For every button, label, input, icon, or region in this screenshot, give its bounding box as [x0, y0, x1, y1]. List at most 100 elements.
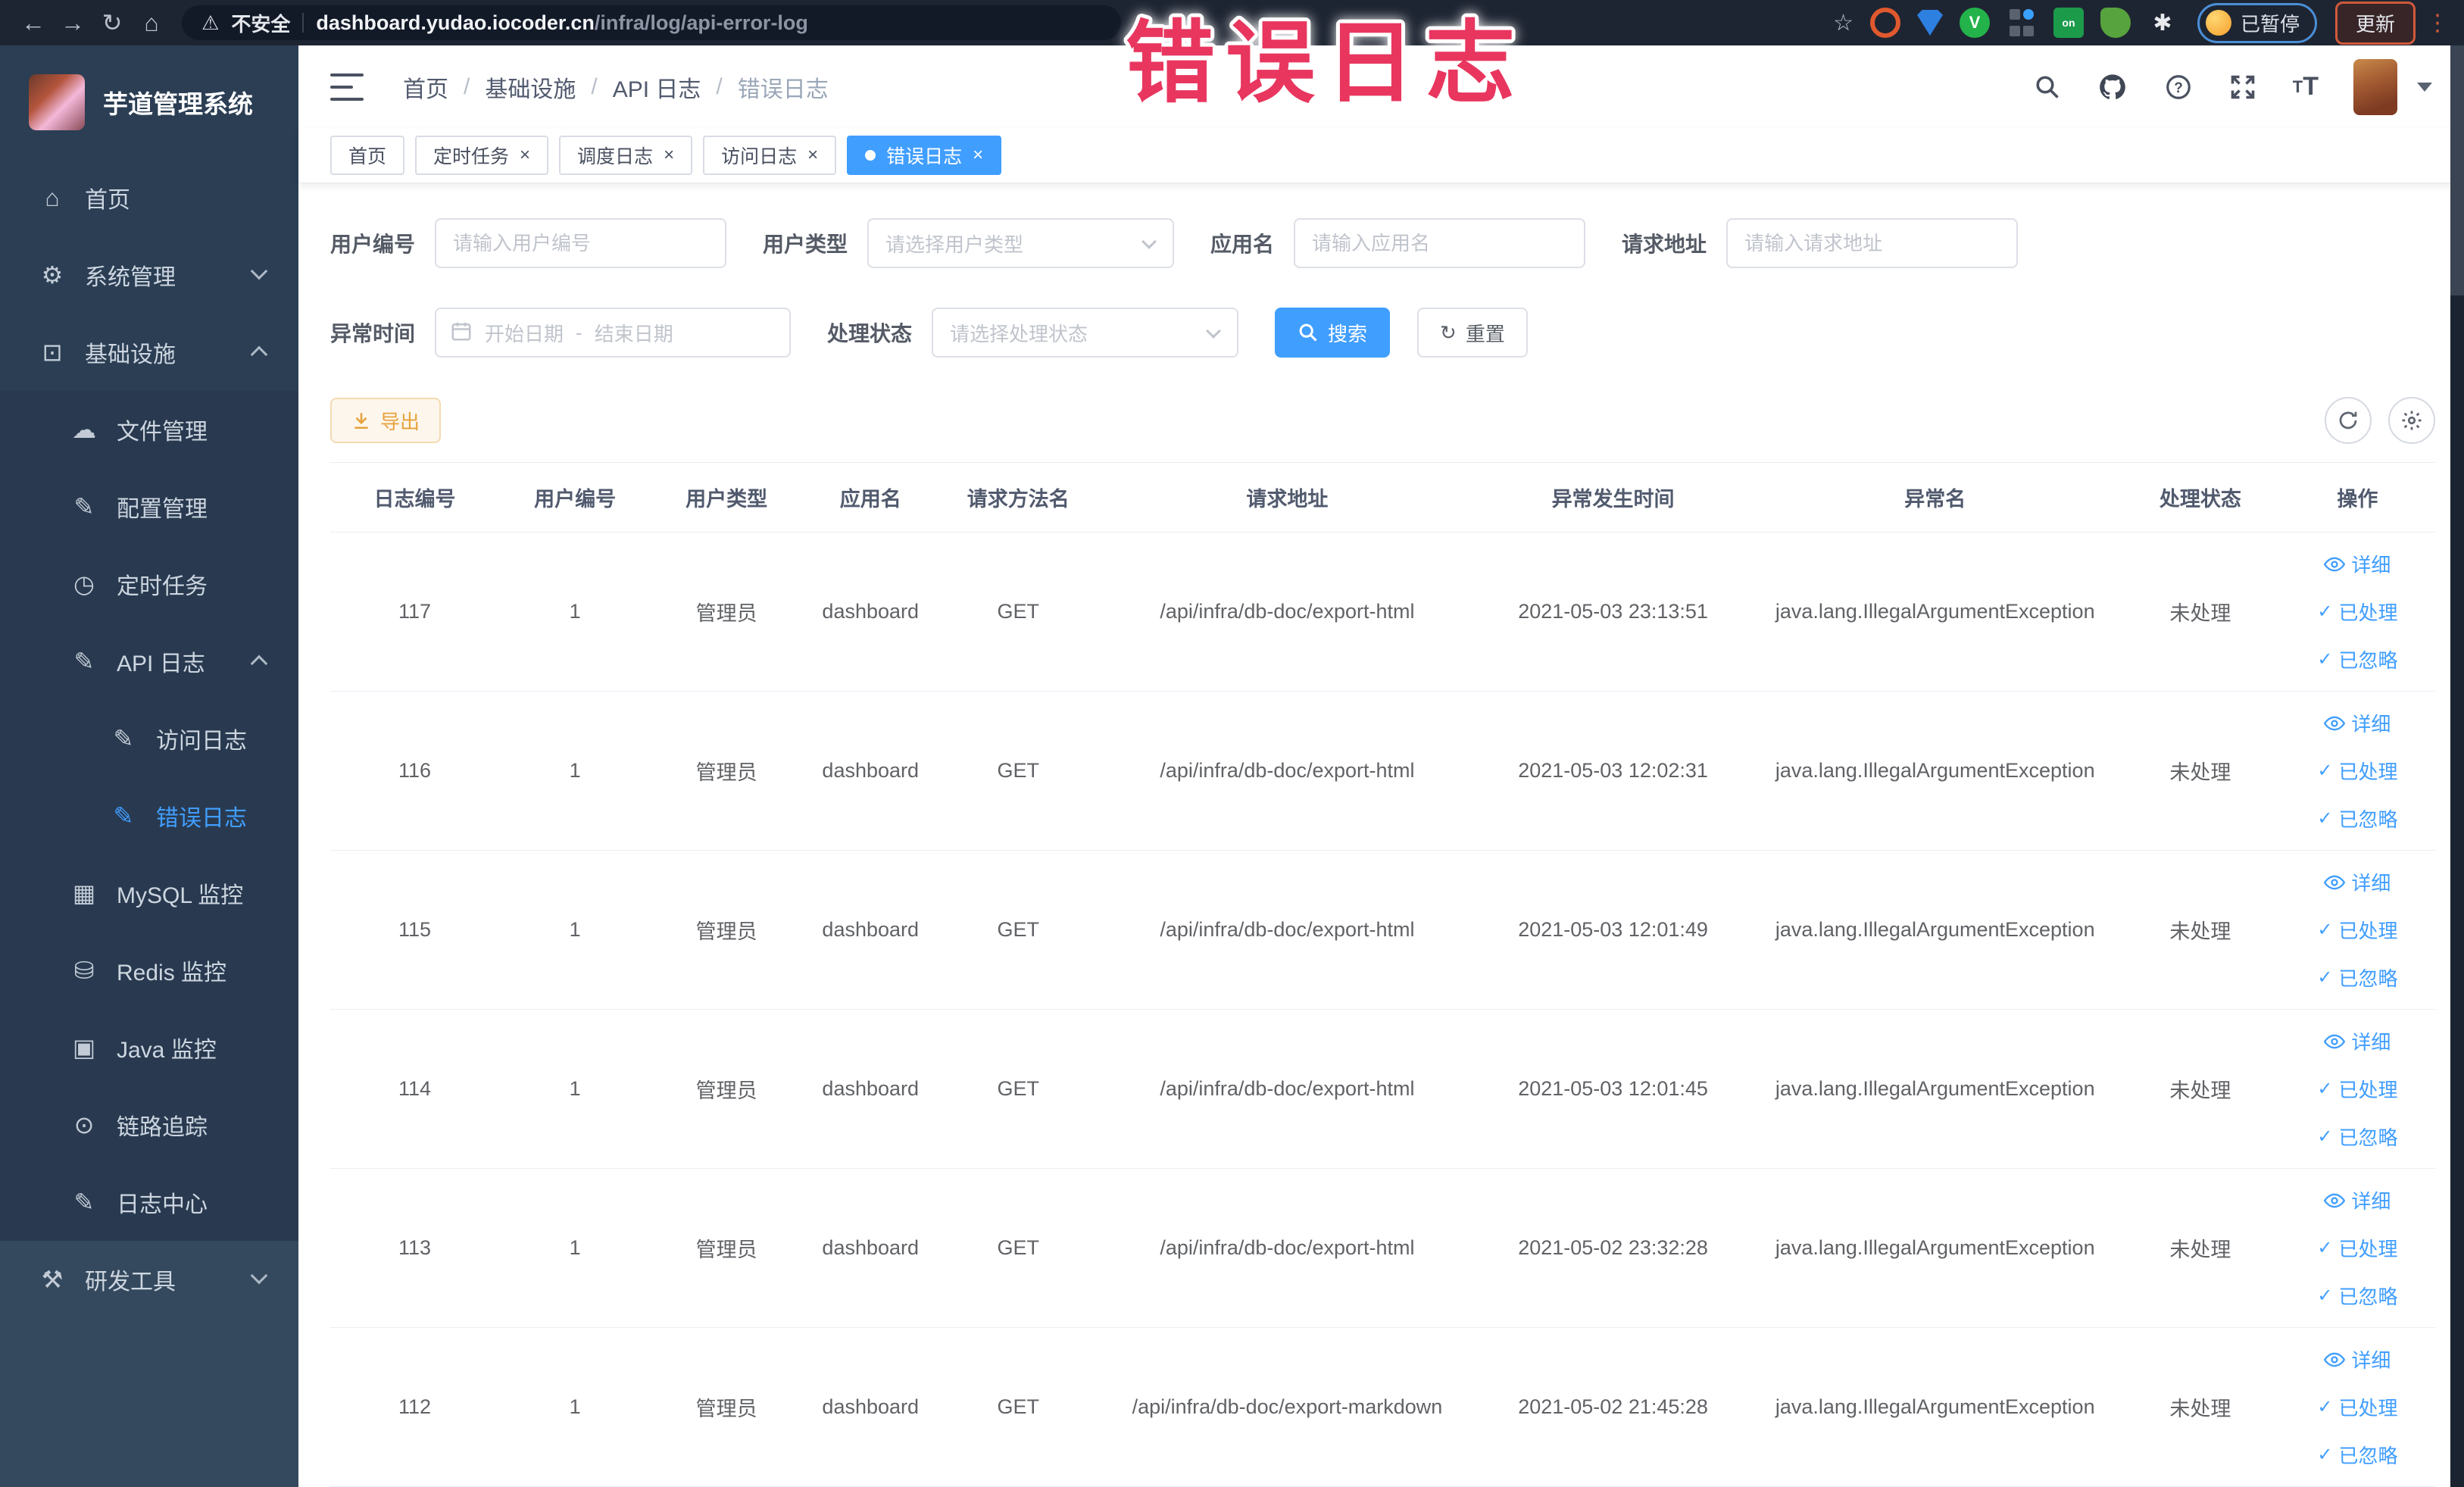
address-bar[interactable]: ⚠ 不安全 dashboard.yudao.iocoder.cn/infra/l…: [182, 5, 1121, 40]
sidebar-item-system[interactable]: ⚙ 系统管理: [0, 236, 298, 314]
browser-update-button[interactable]: 更新: [2334, 1, 2416, 45]
sidebar-item-label: 首页: [85, 188, 130, 213]
browser-menu-dots-icon[interactable]: ⋮: [2426, 10, 2450, 36]
sidebar: 芋道管理系统 ⌂ 首页 ⚙ 系统管理 ⊡ 基础设施 ☁ 文件管理 ✎ 配置管理: [0, 45, 298, 1487]
sidebar-item-config[interactable]: ✎ 配置管理: [0, 468, 298, 545]
ignored-link[interactable]: ✓ 已忽略: [2317, 1441, 2397, 1469]
ignored-link[interactable]: ✓ 已忽略: [2317, 1123, 2397, 1151]
tab-home[interactable]: 首页: [330, 136, 405, 176]
cell-time: 2021-05-03 23:13:51: [1476, 532, 1750, 692]
sidebar-item-job[interactable]: ◷ 定时任务: [0, 545, 298, 623]
tab-access-log[interactable]: 访问日志 ×: [703, 136, 837, 176]
check-icon: ✓: [2317, 761, 2333, 781]
ignored-label: 已忽略: [2338, 808, 2398, 831]
processed-link[interactable]: ✓ 已处理: [2317, 1393, 2397, 1421]
font-size-icon[interactable]: TT: [2293, 72, 2319, 102]
cell-user-id: 1: [499, 691, 651, 851]
extension-green-icon[interactable]: V: [1959, 8, 1990, 38]
sidebar-item-label: 链路追踪: [117, 1115, 208, 1140]
help-circle-icon[interactable]: ?: [2164, 73, 2193, 102]
app-logo-row[interactable]: 芋道管理系统: [0, 45, 298, 159]
page-scrollbar[interactable]: [2450, 45, 2464, 1487]
detail-link[interactable]: 详细: [2324, 1186, 2391, 1214]
browser-forward-icon[interactable]: →: [53, 9, 92, 37]
sidebar-item-error-log[interactable]: ✎ 错误日志: [0, 777, 298, 854]
sidebar-collapse-icon[interactable]: [330, 73, 364, 101]
sidebar-item-mysql[interactable]: ▦ MySQL 监控: [0, 854, 298, 932]
tab-error-log[interactable]: 错误日志 ×: [847, 136, 1002, 176]
filter-row-2: 异常时间 开始日期 - 结束日期 处理状态 请选择处理状态 搜索 ↻ 重置: [330, 308, 2435, 358]
reset-button[interactable]: ↻ 重置: [1417, 308, 1528, 358]
app-name-input[interactable]: [1294, 218, 1586, 268]
ignored-link[interactable]: ✓ 已忽略: [2317, 645, 2397, 673]
browser-home-icon[interactable]: ⌂: [132, 9, 171, 37]
sidebar-item-trace[interactable]: ⊙ 链路追踪: [0, 1086, 298, 1164]
scrollbar-thumb[interactable]: [2450, 45, 2464, 295]
process-status-select[interactable]: 请选择处理状态: [932, 308, 1239, 358]
github-icon[interactable]: [2097, 72, 2128, 102]
close-icon[interactable]: ×: [807, 146, 818, 164]
close-icon[interactable]: ×: [520, 146, 530, 164]
breadcrumb-infra[interactable]: 基础设施: [485, 70, 576, 104]
detail-link[interactable]: 详细: [2324, 868, 2391, 896]
breadcrumb-home[interactable]: 首页: [403, 70, 448, 104]
close-icon[interactable]: ×: [664, 146, 674, 164]
table-row: 117 1 管理员 dashboard GET /api/infra/db-do…: [330, 532, 2435, 692]
sidebar-item-home[interactable]: ⌂ 首页: [0, 159, 298, 236]
processed-link[interactable]: ✓ 已处理: [2317, 598, 2397, 626]
sidebar-item-access-log[interactable]: ✎ 访问日志: [0, 700, 298, 777]
detail-link[interactable]: 详细: [2324, 709, 2391, 737]
column-settings-button[interactable]: [2388, 397, 2435, 444]
ignored-link[interactable]: ✓ 已忽略: [2317, 804, 2397, 833]
extension-orange-icon[interactable]: [1869, 8, 1900, 38]
exception-time-range-picker[interactable]: 开始日期 - 结束日期: [435, 308, 792, 358]
processed-link[interactable]: ✓ 已处理: [2317, 1234, 2397, 1262]
user-id-input[interactable]: [435, 218, 727, 268]
extension-blue-drop-icon[interactable]: [1916, 10, 1943, 36]
avatar-caret-down-icon[interactable]: [2417, 82, 2432, 92]
fullscreen-icon[interactable]: [2229, 73, 2256, 101]
sidebar-item-redis[interactable]: ⛁ Redis 监控: [0, 932, 298, 1009]
processed-link[interactable]: ✓ 已处理: [2317, 916, 2397, 944]
user-type-select[interactable]: 请选择用户类型: [867, 218, 1175, 268]
tab-job[interactable]: 定时任务 ×: [415, 136, 549, 176]
sidebar-item-dev-tools[interactable]: ⚒ 研发工具: [0, 1241, 298, 1318]
close-icon[interactable]: ×: [973, 146, 983, 164]
detail-link[interactable]: 详细: [2324, 1027, 2391, 1055]
processed-link[interactable]: ✓ 已处理: [2317, 757, 2397, 785]
user-avatar[interactable]: [2353, 58, 2397, 115]
processed-link[interactable]: ✓ 已处理: [2317, 1075, 2397, 1103]
processed-label: 已处理: [2338, 761, 2398, 783]
sidebar-item-api-log[interactable]: ✎ API 日志: [0, 623, 298, 700]
tab-label: 调度日志: [577, 146, 654, 168]
detail-link[interactable]: 详细: [2324, 550, 2391, 578]
tab-job-log[interactable]: 调度日志 ×: [559, 136, 693, 176]
refresh-circle-button[interactable]: [2325, 397, 2372, 444]
bookmark-star-icon[interactable]: ☆: [1833, 10, 1853, 36]
export-button[interactable]: 导出: [330, 398, 442, 443]
table-row: 114 1 管理员 dashboard GET /api/infra/db-do…: [330, 1009, 2435, 1169]
detail-link[interactable]: 详细: [2324, 1345, 2391, 1373]
range-separator: -: [576, 320, 582, 344]
extension-grid-icon[interactable]: [2006, 8, 2037, 38]
browser-reload-icon[interactable]: ↻: [92, 8, 132, 37]
sidebar-item-infra[interactable]: ⊡ 基础设施: [0, 314, 298, 391]
request-url-input[interactable]: [1726, 218, 2019, 268]
sidebar-item-java[interactable]: ▣ Java 监控: [0, 1009, 298, 1086]
font-size-big-glyph: T: [2303, 72, 2319, 102]
search-button[interactable]: 搜索: [1275, 308, 1391, 358]
sidebar-item-file[interactable]: ☁ 文件管理: [0, 391, 298, 468]
profile-paused-badge[interactable]: 已暂停: [2197, 2, 2317, 43]
search-icon[interactable]: [2034, 73, 2061, 101]
sidebar-item-log-center[interactable]: ✎ 日志中心: [0, 1164, 298, 1241]
extension-leaf-icon[interactable]: [2100, 8, 2131, 38]
browser-back-icon[interactable]: ←: [14, 9, 53, 37]
ignored-link[interactable]: ✓ 已忽略: [2317, 1282, 2397, 1310]
cell-exception: java.lang.IllegalArgumentException: [1749, 1009, 2121, 1169]
ignored-link[interactable]: ✓ 已忽略: [2317, 964, 2397, 992]
breadcrumb-api-log[interactable]: API 日志: [613, 70, 701, 104]
cell-app: dashboard: [802, 1168, 939, 1328]
extension-onoff-icon[interactable]: on: [2053, 8, 2084, 38]
extensions-puzzle-icon[interactable]: ✱: [2147, 8, 2178, 38]
error-log-table: 日志编号 用户编号 用户类型 应用名 请求方法名 请求地址 异常发生时间 异常名…: [330, 462, 2435, 1487]
